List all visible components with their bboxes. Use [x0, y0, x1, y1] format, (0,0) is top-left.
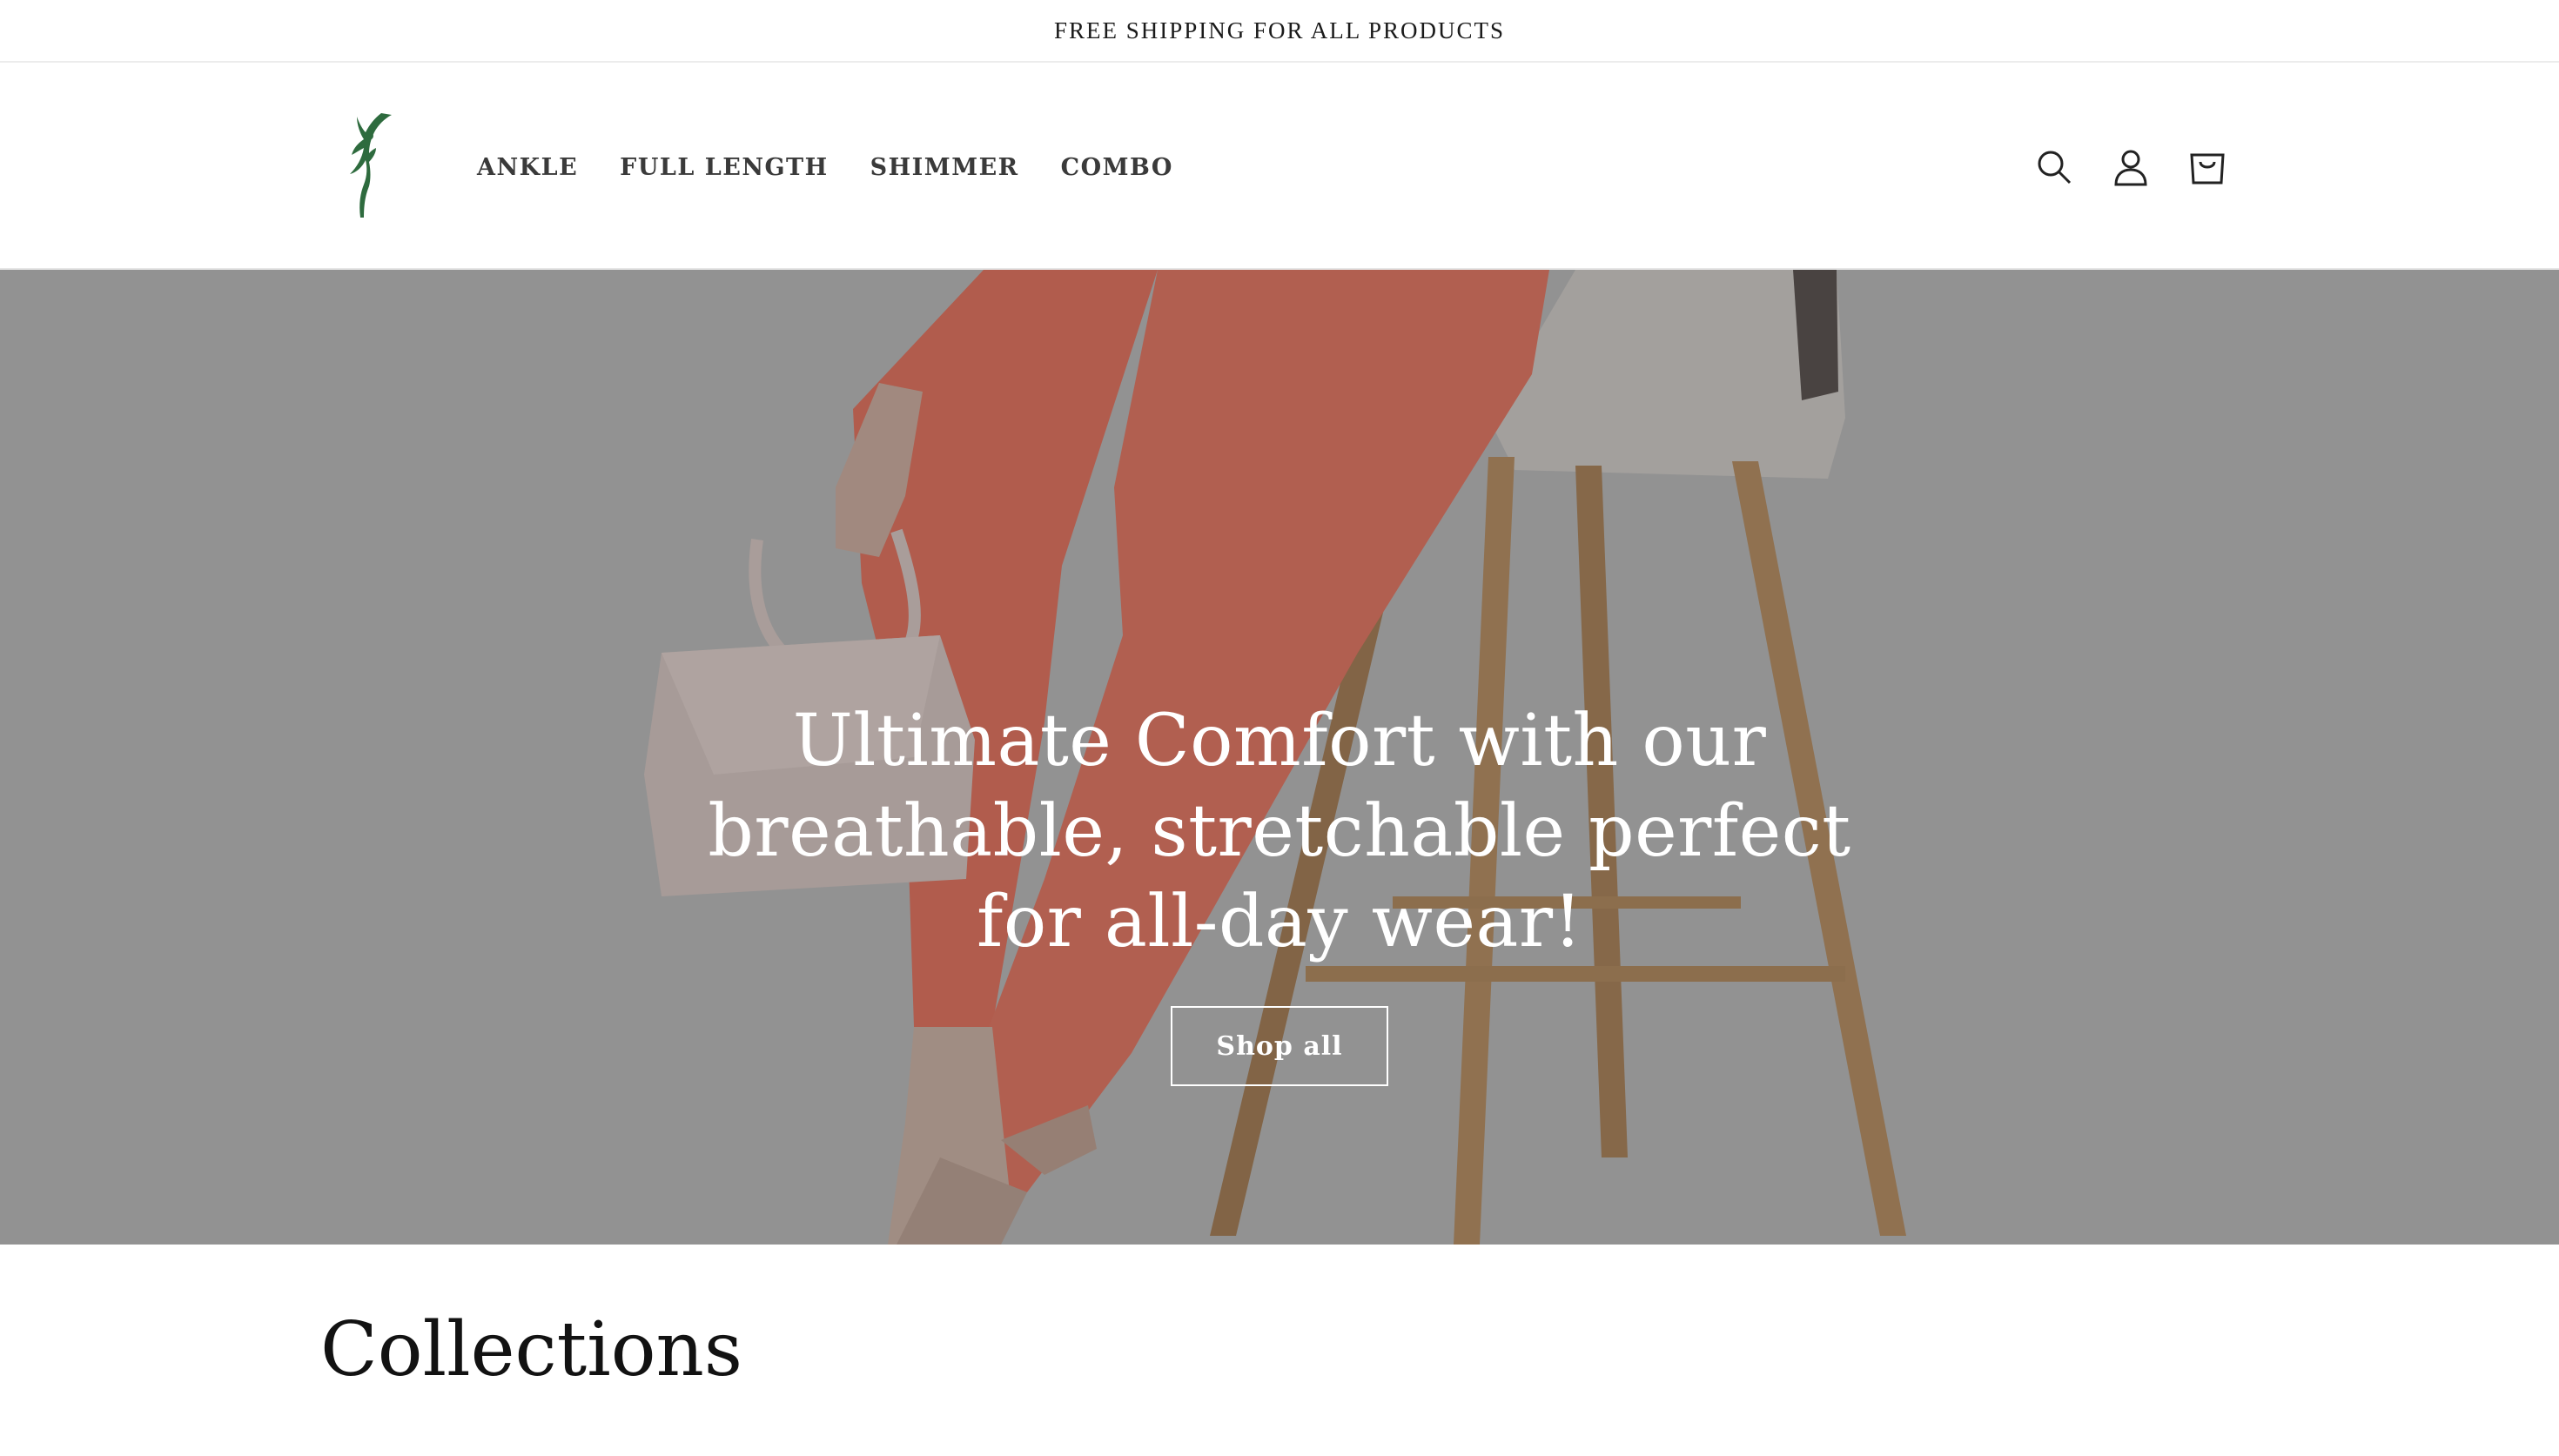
- nav-item-combo[interactable]: COMBO: [1061, 154, 1173, 181]
- collections-heading: Collections: [320, 1306, 743, 1393]
- shop-all-button[interactable]: Shop all: [1171, 1006, 1388, 1086]
- cart-icon[interactable]: [2186, 146, 2228, 188]
- site-header: ANKLE FULL LENGTH SHIMMER COMBO: [0, 64, 2559, 270]
- nav-item-shimmer[interactable]: SHIMMER: [870, 154, 1019, 181]
- account-icon[interactable]: [2110, 146, 2152, 188]
- hero-heading: Ultimate Comfort with our breathable, st…: [708, 700, 1851, 963]
- header-actions: [2033, 64, 2228, 270]
- nav-item-full-length[interactable]: FULL LENGTH: [620, 154, 829, 181]
- main-nav: ANKLE FULL LENGTH SHIMMER COMBO: [477, 64, 1173, 270]
- announcement-text: FREE SHIPPING FOR ALL PRODUCTS: [1053, 17, 1506, 44]
- search-icon[interactable]: [2033, 146, 2075, 188]
- hero-banner: Ultimate Comfort with our breathable, st…: [0, 270, 2559, 1245]
- nav-item-ankle[interactable]: ANKLE: [477, 154, 578, 181]
- announcement-bar: FREE SHIPPING FOR ALL PRODUCTS: [0, 0, 2559, 63]
- hero-content: Ultimate Comfort with our breathable, st…: [0, 270, 2559, 1245]
- dancer-logo-icon[interactable]: [331, 110, 393, 219]
